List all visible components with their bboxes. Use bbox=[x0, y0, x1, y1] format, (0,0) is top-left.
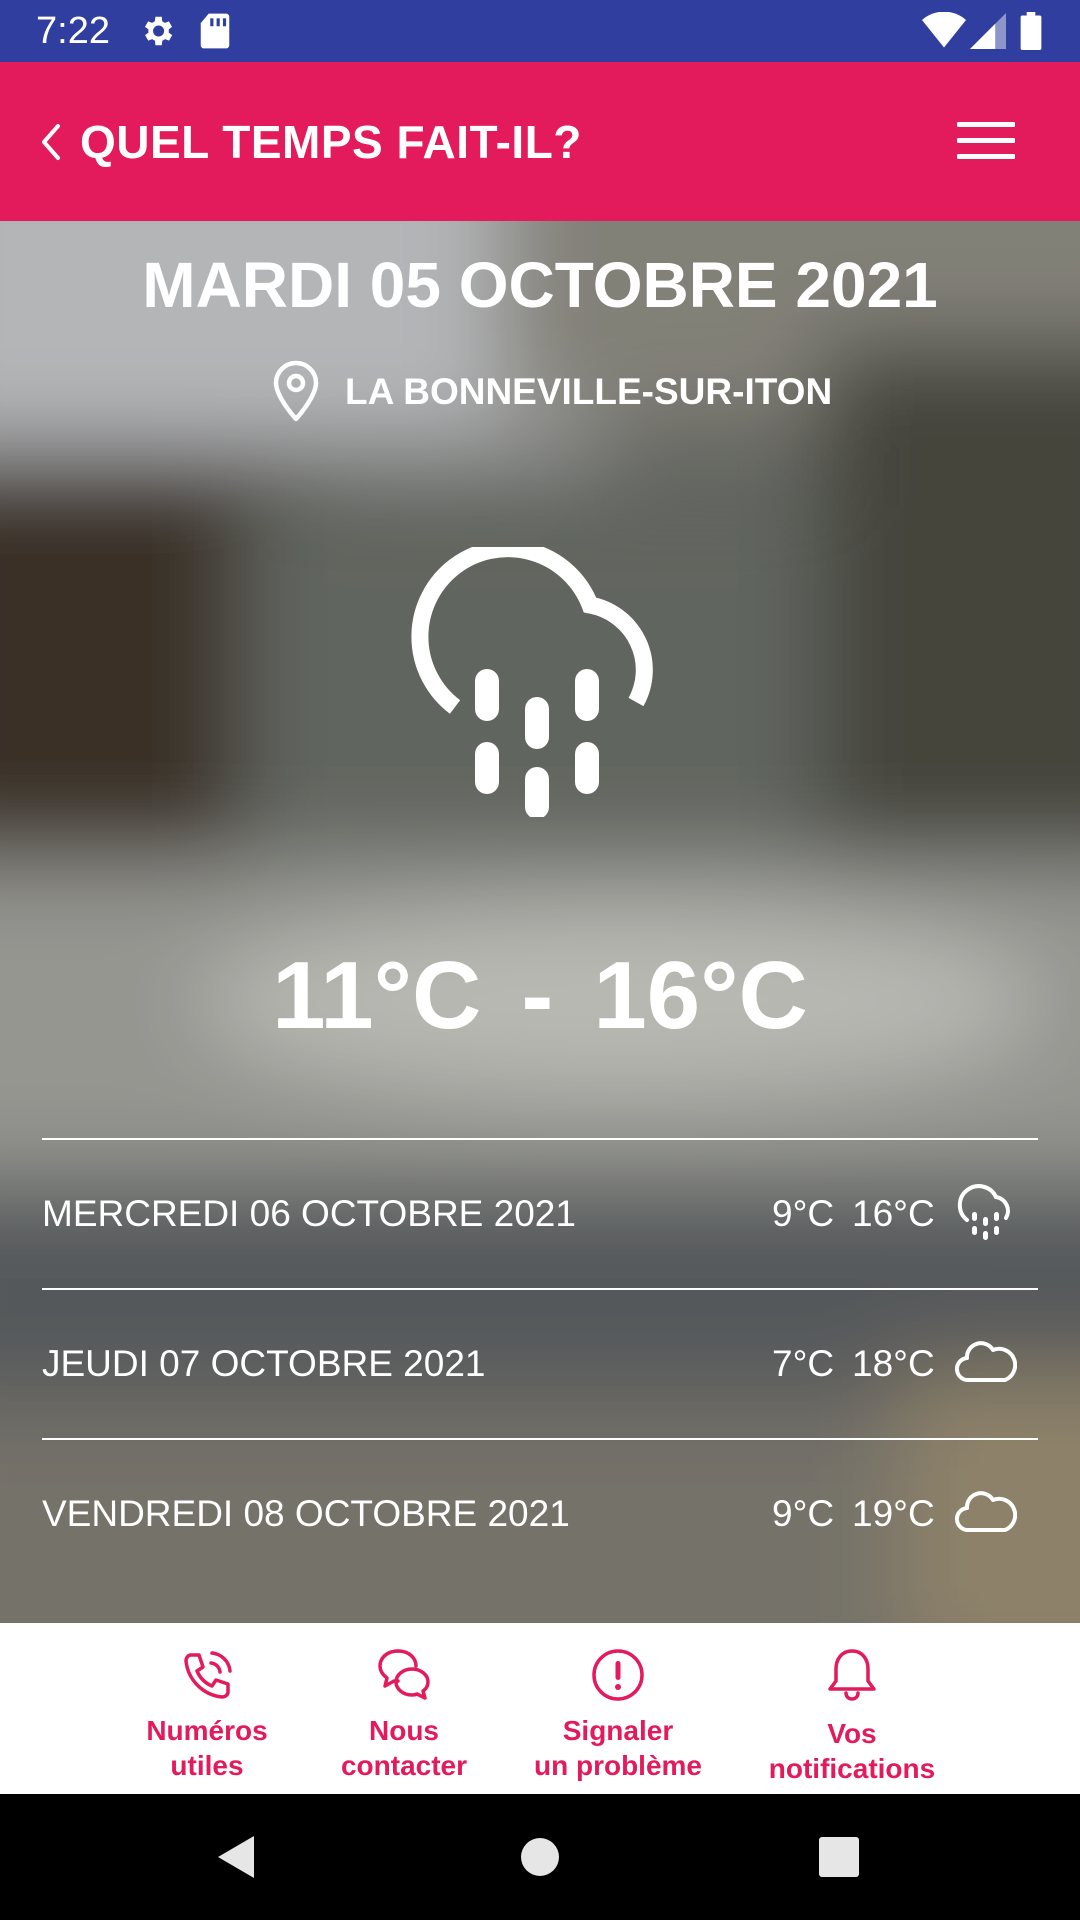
page-title: QUEL TEMPS FAIT-IL? bbox=[80, 116, 582, 168]
forecast-min-temp: 9°C bbox=[772, 1493, 835, 1534]
forecast-max-temp: 16°C bbox=[852, 1193, 935, 1234]
status-bar: 7:22 bbox=[0, 0, 1080, 62]
nav-back-icon[interactable] bbox=[212, 1832, 262, 1882]
tab-label-line1: Nous bbox=[369, 1715, 439, 1746]
today-min-temp: 11°C bbox=[272, 942, 482, 1049]
bell-icon bbox=[828, 1649, 876, 1701]
forecast-day: MERCREDI 06 OCTOBRE 2021 bbox=[42, 1193, 576, 1234]
cloud-icon bbox=[955, 1341, 1017, 1383]
today-max-temp: 16°C bbox=[593, 942, 808, 1049]
location: LA BONNEVILLE-SUR-ITON bbox=[0, 357, 1080, 427]
tab-label-line1: Signaler bbox=[562, 1715, 674, 1746]
nav-recents-icon[interactable] bbox=[814, 1832, 864, 1882]
tab-label: Signaler un problème bbox=[518, 1713, 718, 1783]
tab-label-line1: Numéros bbox=[146, 1715, 268, 1746]
phone-icon bbox=[184, 1651, 232, 1699]
signal-icon bbox=[970, 13, 1006, 49]
battery-icon bbox=[1020, 12, 1042, 50]
tab-label: Nous contacter bbox=[304, 1713, 504, 1783]
rain-cloud-icon bbox=[957, 1184, 1010, 1240]
chat-icon bbox=[378, 1649, 430, 1700]
location-pin-icon bbox=[273, 360, 319, 422]
location-name: LA BONNEVILLE-SUR-ITON bbox=[345, 371, 833, 412]
weather-content: MARDI 05 OCTOBRE 2021 LA BONNEVILLE-SUR-… bbox=[0, 221, 1080, 1623]
tab-label-line2: utiles bbox=[170, 1750, 244, 1781]
sd-card-icon bbox=[200, 13, 230, 49]
today-date: MARDI 05 OCTOBRE 2021 bbox=[142, 249, 938, 321]
wifi-icon bbox=[922, 12, 966, 48]
hamburger-menu-icon[interactable] bbox=[955, 116, 1017, 166]
forecast-max-temp: 18°C bbox=[852, 1343, 935, 1384]
forecast-row: VENDREDI 08 OCTOBRE 2021 9°C 19°C bbox=[0, 1440, 1080, 1588]
forecast-max-temp: 19°C bbox=[852, 1493, 935, 1534]
alert-icon bbox=[592, 1649, 644, 1701]
tab-useful-numbers[interactable]: Numéros utiles bbox=[107, 1633, 307, 1788]
tab-notifications[interactable]: Vos notifications bbox=[752, 1633, 952, 1788]
tab-label: Numéros utiles bbox=[107, 1713, 307, 1783]
tab-label-line1: Vos bbox=[827, 1718, 877, 1749]
cloud-icon bbox=[955, 1491, 1017, 1533]
status-time: 7:22 bbox=[36, 10, 110, 52]
forecast-row: MERCREDI 06 OCTOBRE 2021 9°C 16°C bbox=[0, 1140, 1080, 1288]
nav-home-icon[interactable] bbox=[515, 1832, 565, 1882]
tab-label-line2: notifications bbox=[768, 1753, 936, 1784]
temp-separator: - bbox=[521, 942, 554, 1049]
forecast-min-temp: 9°C bbox=[772, 1193, 835, 1234]
tab-contact-us[interactable]: Nous contacter bbox=[304, 1633, 504, 1788]
app-bar: QUEL TEMPS FAIT-IL? bbox=[0, 62, 1080, 221]
tab-label-line2: un problème bbox=[533, 1750, 702, 1781]
today-temperature-range: 11°C -16°C bbox=[0, 941, 1080, 1051]
back-arrow-icon[interactable] bbox=[34, 116, 68, 168]
rain-cloud-icon bbox=[411, 547, 653, 817]
bottom-tab-bar: Numéros utiles Nous contacter Signaler u… bbox=[0, 1623, 1080, 1794]
forecast-row: JEUDI 07 OCTOBRE 2021 7°C 18°C bbox=[0, 1290, 1080, 1438]
forecast-min-temp: 7°C bbox=[772, 1343, 835, 1384]
tab-report-problem[interactable]: Signaler un problème bbox=[518, 1633, 718, 1788]
forecast-day: VENDREDI 08 OCTOBRE 2021 bbox=[42, 1493, 570, 1534]
tab-label: Vos notifications bbox=[752, 1716, 952, 1786]
tab-label-line2: contacter bbox=[340, 1750, 468, 1781]
system-nav-bar bbox=[0, 1794, 1080, 1920]
forecast-day: JEUDI 07 OCTOBRE 2021 bbox=[42, 1343, 486, 1384]
settings-icon bbox=[144, 16, 173, 46]
